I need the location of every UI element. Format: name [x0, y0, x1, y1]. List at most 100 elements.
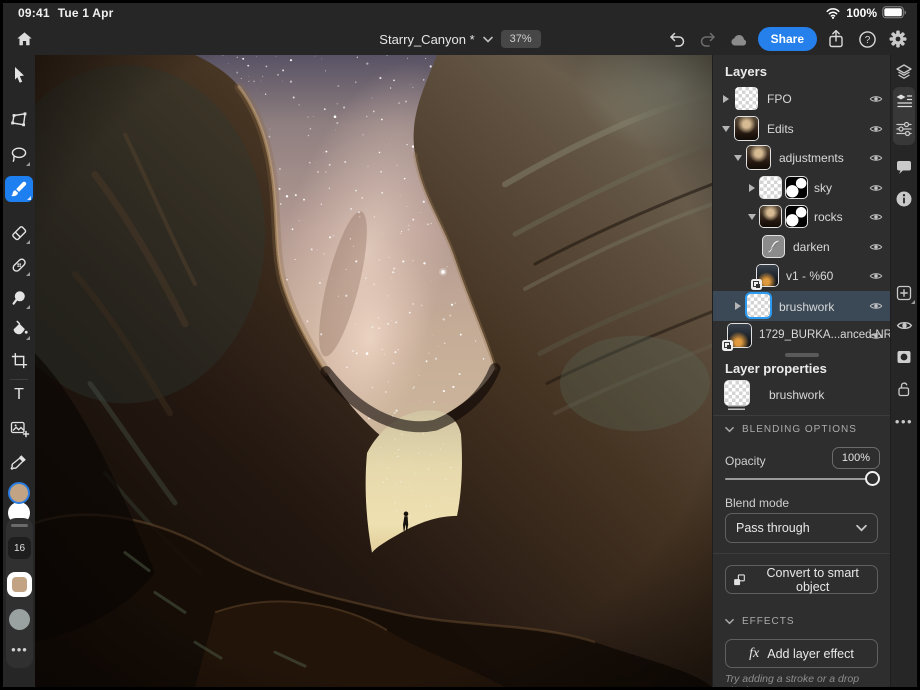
brush-opacity-control[interactable]: [9, 609, 30, 630]
layer-thumbnail[interactable]: [760, 206, 781, 227]
document-title-chevron-icon[interactable]: [483, 36, 493, 43]
info-panel-icon[interactable]: [892, 187, 916, 211]
tool-bar: T 16 •••: [3, 55, 35, 687]
transform-tool[interactable]: [6, 107, 32, 133]
fx-icon: fx: [749, 646, 759, 662]
layer-properties-panel-icon[interactable]: [892, 89, 916, 113]
adjustments-sliders-panel-icon[interactable]: [892, 117, 916, 141]
expander-collapsed-icon[interactable]: [749, 184, 755, 192]
lasso-select-tool[interactable]: [6, 142, 32, 168]
convert-to-smart-object-button[interactable]: Convert to smart object: [725, 565, 878, 594]
submenu-indicator: [911, 300, 915, 304]
add-layer-button[interactable]: [892, 281, 916, 305]
opacity-value-field[interactable]: 100%: [832, 447, 880, 469]
blend-mode-dropdown[interactable]: Pass through: [725, 513, 878, 543]
layer-mask-button[interactable]: [892, 345, 916, 369]
expander-expanded-icon[interactable]: [734, 155, 742, 161]
status-time: 09:41: [18, 6, 50, 20]
canvas-artwork: [35, 55, 712, 687]
layer-visibility-button[interactable]: [892, 313, 916, 337]
smudge-tool[interactable]: [6, 285, 32, 311]
expander-expanded-icon[interactable]: [722, 126, 730, 132]
visibility-eye-icon[interactable]: [869, 240, 883, 254]
layer-thumbnail[interactable]: [747, 146, 770, 169]
visibility-eye-icon[interactable]: [869, 92, 883, 106]
layers-panel-icon[interactable]: [892, 60, 916, 84]
effects-hint-text: Try adding a stroke or a drop shadow.: [725, 673, 890, 690]
layer-name: rocks: [814, 210, 843, 224]
export-icon[interactable]: [824, 27, 848, 51]
smart-object-thumbnail[interactable]: [757, 265, 778, 286]
visibility-eye-icon[interactable]: [869, 329, 883, 343]
layers-list-resize-handle[interactable]: [785, 353, 819, 357]
eyedropper-tool[interactable]: [6, 449, 32, 475]
add-layer-effect-button[interactable]: fx Add layer effect: [725, 639, 878, 668]
layer-row-adjustments[interactable]: adjustments: [713, 143, 891, 172]
layer-mask-thumbnail[interactable]: [786, 177, 807, 198]
visibility-eye-icon[interactable]: [869, 269, 883, 283]
help-button[interactable]: ?: [855, 27, 879, 51]
layer-row-rocks[interactable]: rocks: [713, 202, 891, 231]
layer-row-v1[interactable]: v1 - %60: [713, 261, 891, 290]
brush-color-chip[interactable]: [7, 572, 32, 597]
layer-thumbnail[interactable]: [747, 294, 770, 317]
layer-name: FPO: [767, 92, 792, 106]
brush-more-options-button[interactable]: •••: [6, 642, 33, 657]
expander-collapsed-icon[interactable]: [735, 302, 741, 310]
blending-options-section-header[interactable]: BLENDING OPTIONS: [725, 424, 857, 435]
visibility-eye-icon[interactable]: [869, 122, 883, 136]
lock-layer-button[interactable]: [892, 377, 916, 401]
selected-layer-name: brushwork: [769, 388, 824, 402]
brush-tool[interactable]: [5, 176, 33, 202]
eraser-tool[interactable]: [6, 220, 32, 246]
smart-object-thumbnail[interactable]: [728, 324, 751, 347]
effects-section-header[interactable]: EFFECTS: [725, 616, 795, 627]
layer-row-edits[interactable]: Edits: [713, 114, 891, 143]
wifi-icon: [825, 5, 841, 20]
app-header: Starry_Canyon * 37% Share ?: [3, 23, 917, 55]
layer-mask-thumbnail[interactable]: [786, 206, 807, 227]
panel-drag-handle[interactable]: [11, 524, 28, 527]
battery-icon: [882, 6, 907, 19]
document-canvas[interactable]: [35, 55, 712, 687]
expander-collapsed-icon[interactable]: [723, 95, 729, 103]
share-button[interactable]: Share: [758, 27, 817, 51]
place-image-tool[interactable]: [6, 415, 32, 441]
settings-gear-icon[interactable]: [886, 27, 910, 51]
layer-thumbnail[interactable]: [735, 87, 758, 110]
layer-row-darken[interactable]: darken: [713, 232, 891, 261]
expander-expanded-icon[interactable]: [748, 214, 756, 220]
more-options-button[interactable]: •••: [892, 409, 916, 433]
document-title: Starry_Canyon *: [379, 32, 474, 47]
brush-size-indicator[interactable]: 16: [8, 537, 31, 559]
cloud-sync-icon[interactable]: [727, 27, 751, 51]
opacity-slider-track[interactable]: [725, 478, 878, 480]
visibility-eye-icon[interactable]: [869, 299, 883, 313]
layer-thumbnail[interactable]: [760, 177, 781, 198]
type-tool[interactable]: T: [6, 382, 32, 408]
layer-name: brushwork: [779, 300, 834, 314]
layer-thumbnail[interactable]: [735, 117, 758, 140]
layer-name: v1 - %60: [786, 269, 833, 283]
healing-brush-tool[interactable]: [6, 252, 32, 278]
layer-row-sky[interactable]: sky: [713, 173, 891, 202]
curves-adjustment-thumbnail[interactable]: [763, 236, 784, 257]
visibility-eye-icon[interactable]: [869, 151, 883, 165]
zoom-level-badge[interactable]: 37%: [501, 30, 541, 48]
move-tool[interactable]: [6, 62, 32, 88]
svg-text:?: ?: [864, 35, 870, 46]
layer-row-brushwork-selected[interactable]: brushwork: [713, 291, 891, 321]
visibility-eye-icon[interactable]: [869, 181, 883, 195]
layer-row-fpo[interactable]: FPO: [713, 84, 891, 113]
comments-panel-icon[interactable]: [892, 155, 916, 179]
fill-bucket-tool[interactable]: [6, 316, 32, 342]
undo-button[interactable]: [665, 27, 689, 51]
crop-tool[interactable]: [6, 347, 32, 373]
foreground-color-swatch[interactable]: [8, 482, 30, 504]
opacity-slider-knob[interactable]: [865, 471, 880, 486]
redo-button[interactable]: [696, 27, 720, 51]
layer-row-1729[interactable]: 1729_BURKA...anced-NR33: [713, 321, 891, 350]
photoshop-ipad-app: 09:41Tue 1 Apr 100% Starry_Canyon * 37%: [0, 0, 920, 690]
visibility-eye-icon[interactable]: [869, 210, 883, 224]
layer-name: Edits: [767, 122, 794, 136]
